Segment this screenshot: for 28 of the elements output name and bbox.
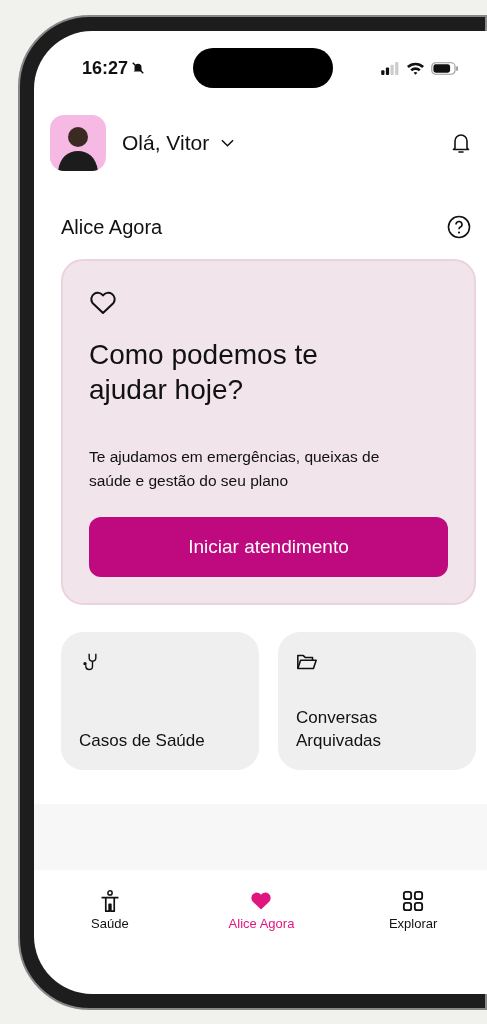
avatar[interactable]	[50, 115, 106, 171]
wifi-icon	[406, 61, 425, 75]
nav-tab[interactable]: Alice Agora	[206, 890, 317, 931]
profile-switcher[interactable]: Olá, Vitor	[122, 131, 451, 155]
status-time: 16:27	[82, 57, 129, 79]
tile-label: Casos de Saúde	[79, 730, 205, 752]
section-title: Alice Agora	[61, 215, 163, 239]
nav-tab[interactable]: Saúde	[54, 890, 165, 931]
chevron-down-icon	[221, 139, 235, 147]
tab-label: Explorar	[388, 916, 438, 931]
card-description: Te ajudamos em emergências, queixas de saúde e gestão do seu plano	[89, 447, 381, 491]
shortcut-tile[interactable]: Conversas Arquivadas	[278, 632, 476, 770]
shortcut-tile[interactable]: Casos de Saúde	[61, 632, 259, 770]
tab-label: Alice Agora	[228, 916, 295, 931]
grid-icon	[402, 890, 425, 912]
tile-label: Conversas Arquivadas	[296, 707, 383, 752]
tab-label: Saúde	[91, 916, 129, 931]
signal-icon	[381, 61, 400, 75]
folder-icon	[296, 652, 318, 672]
notification-bell-icon[interactable]	[451, 132, 471, 154]
battery-icon	[431, 61, 459, 75]
nav-tab[interactable]: Explorar	[358, 890, 469, 931]
heart-icon	[250, 890, 273, 912]
start-service-button[interactable]: Iniciar atendimento	[89, 517, 448, 577]
heart-outline-icon	[89, 291, 117, 315]
muted-bell-icon	[131, 61, 146, 75]
card-heading: Como podemos te ajudar hoje?	[89, 338, 319, 407]
help-icon[interactable]	[447, 215, 471, 239]
